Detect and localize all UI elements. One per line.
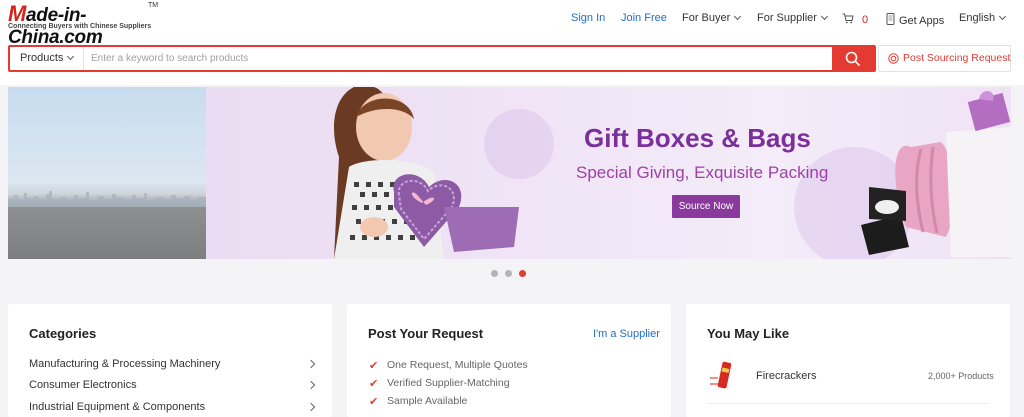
- join-free-link[interactable]: Join Free: [621, 12, 667, 26]
- gift-products-illustration: [861, 90, 1011, 257]
- categories-card: Categories Manufacturing & Processing Ma…: [8, 304, 332, 417]
- for-supplier-menu[interactable]: For Supplier: [757, 12, 828, 26]
- sign-in-link[interactable]: Sign In: [571, 12, 605, 26]
- for-buyer-menu[interactable]: For Buyer: [682, 12, 742, 26]
- woman-with-gift-illustration: [334, 87, 519, 259]
- divider: [706, 403, 990, 404]
- category-item[interactable]: Manufacturing & Processing Machinery: [29, 358, 220, 370]
- mobile-icon: [886, 13, 895, 25]
- banner-subtitle: Special Giving, Exquisite Packing: [576, 163, 829, 182]
- for-buyer-label: For Buyer: [682, 12, 731, 24]
- search-button[interactable]: [832, 45, 876, 72]
- firecrackers-thumbnail[interactable]: [706, 360, 738, 392]
- for-supplier-label: For Supplier: [757, 12, 817, 24]
- cart-count: 0: [862, 14, 869, 26]
- im-a-supplier-link[interactable]: I'm a Supplier: [593, 328, 660, 340]
- chevron-down-icon: [67, 52, 75, 61]
- checkmark-icon: ✔: [369, 360, 379, 372]
- site-header: Made-in-China.com TM Connecting Buyers w…: [0, 0, 1024, 85]
- carousel-dot[interactable]: [505, 270, 512, 277]
- checkmark-icon: ✔: [369, 378, 379, 390]
- chevron-right-icon: [306, 380, 316, 390]
- cart-icon: [842, 13, 854, 24]
- checkmark-icon: ✔: [369, 396, 379, 408]
- language-selector[interactable]: English: [959, 12, 1007, 26]
- post-request-card: Post Your Request I'm a Supplier ✔ One R…: [347, 304, 671, 417]
- target-icon: [888, 53, 899, 64]
- site-logo[interactable]: Made-in-China.com TM Connecting Buyers w…: [8, 1, 159, 48]
- post-request-title: Post Your Request: [368, 326, 484, 341]
- carousel-dot[interactable]: [491, 270, 498, 277]
- request-benefit-item: Sample Available: [387, 395, 468, 407]
- city-skyline-image: [8, 87, 206, 259]
- chevron-down-icon: [820, 12, 828, 21]
- carousel-dot-active[interactable]: [519, 270, 526, 277]
- recommended-product-name[interactable]: Firecrackers: [756, 370, 817, 382]
- search-category-select[interactable]: Products: [10, 47, 84, 70]
- banner-title: Gift Boxes & Bags: [584, 123, 811, 153]
- hero-banner[interactable]: Gift Boxes & Bags Special Giving, Exquis…: [8, 87, 1011, 259]
- recommended-product-count: 2,000+ Products: [928, 371, 994, 381]
- gift-boxes-promo: Gift Boxes & Bags Special Giving, Exquis…: [206, 87, 1011, 259]
- logo-tagline: Connecting Buyers with Chinese Suppliers: [8, 23, 152, 30]
- get-apps-label: Get Apps: [899, 15, 945, 27]
- get-apps-link[interactable]: Get Apps: [886, 12, 945, 27]
- category-item[interactable]: Consumer Electronics: [29, 379, 137, 391]
- search-bar: Products: [8, 45, 876, 72]
- you-may-like-card: You May Like Firecrackers 2,000+ Product…: [686, 304, 1010, 417]
- chevron-right-icon: [306, 359, 316, 369]
- search-category-label: Products: [20, 52, 64, 64]
- category-item[interactable]: Industrial Equipment & Components: [29, 401, 205, 413]
- cart-button[interactable]: 0: [842, 12, 868, 26]
- you-may-like-title: You May Like: [707, 326, 790, 341]
- source-now-button[interactable]: Source Now: [672, 195, 740, 218]
- post-sourcing-request-button[interactable]: Post Sourcing Request: [878, 45, 1011, 72]
- request-benefit-item: One Request, Multiple Quotes: [387, 359, 528, 371]
- search-input[interactable]: [86, 47, 826, 70]
- search-icon: [845, 51, 861, 67]
- logo-trademark: TM: [148, 2, 159, 9]
- post-sourcing-request-label: Post Sourcing Request: [903, 52, 1011, 64]
- language-label: English: [959, 12, 996, 24]
- chevron-down-icon: [734, 12, 742, 21]
- chevron-right-icon: [306, 402, 316, 412]
- chevron-down-icon: [999, 12, 1007, 21]
- skyline-silhouette: [8, 191, 206, 207]
- categories-title: Categories: [29, 326, 97, 341]
- request-benefit-item: Verified Supplier-Matching: [387, 377, 510, 389]
